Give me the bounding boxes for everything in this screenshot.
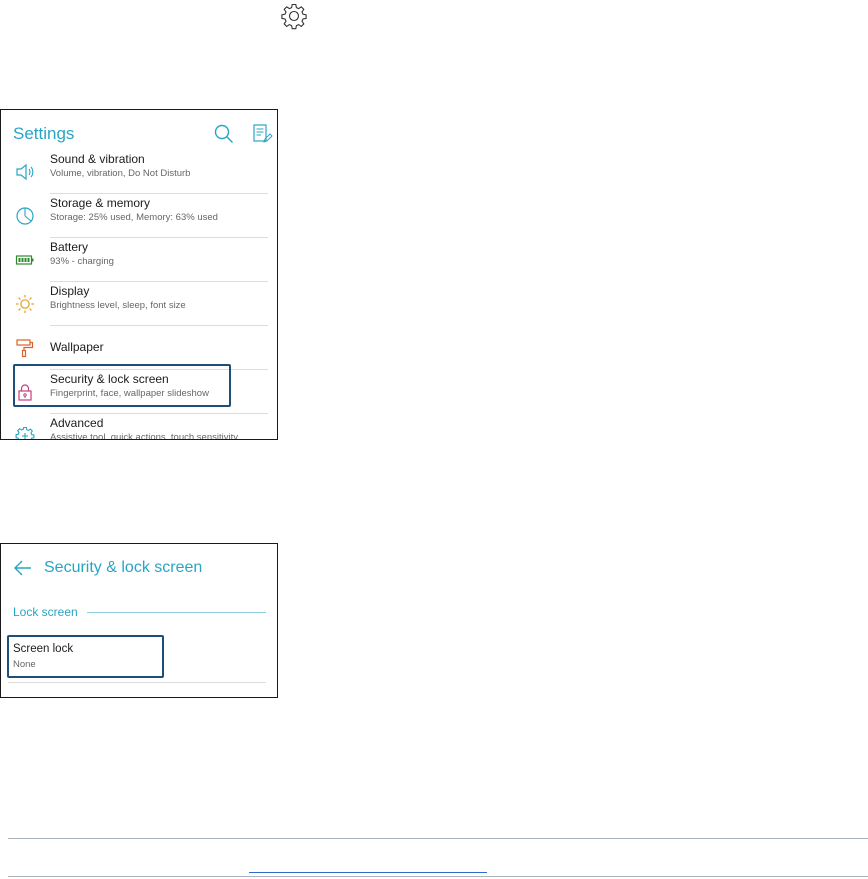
settings-item-sub: Brightness level, sleep, font size (50, 300, 186, 311)
gear-icon (281, 3, 307, 30)
settings-item-label: Storage & memory (50, 196, 151, 210)
screen-lock-highlight-box (7, 635, 164, 678)
settings-item-advanced[interactable]: Advanced Assistive tool, quick actions, … (1, 414, 277, 440)
page-rule-top (8, 838, 868, 839)
edit-icon[interactable] (251, 123, 273, 145)
wallpaper-icon (16, 339, 34, 358)
footer-link[interactable] (249, 858, 487, 873)
battery-icon (15, 255, 34, 265)
divider (8, 682, 266, 683)
settings-item-display[interactable]: Display Brightness level, sleep, font si… (1, 282, 277, 326)
settings-item-sub: Storage: 25% used, Memory: 63% used (50, 212, 218, 223)
page-title: Security & lock screen (44, 559, 203, 576)
settings-item-label: Battery (50, 240, 89, 254)
settings-item-sub: 93% - charging (50, 256, 114, 267)
settings-item-sound[interactable]: Sound & vibration Volume, vibration, Do … (1, 150, 277, 194)
settings-item-label: Display (50, 284, 90, 298)
settings-screenshot: Settings Sound & vibration Volume, vibra… (0, 109, 278, 440)
settings-item-sub: Volume, vibration, Do Not Disturb (50, 168, 191, 179)
advanced-gear-icon (15, 426, 35, 439)
settings-item-label: Sound & vibration (50, 152, 145, 166)
settings-item-battery[interactable]: Battery 93% - charging (1, 238, 277, 282)
section-divider (87, 612, 266, 613)
back-arrow-icon[interactable] (13, 559, 33, 577)
display-icon (16, 295, 34, 313)
settings-item-label: Wallpaper (50, 340, 104, 354)
page-rule-bottom (8, 876, 868, 877)
settings-title: Settings (13, 124, 75, 143)
speaker-icon (16, 163, 34, 181)
storage-icon (16, 207, 34, 225)
search-icon[interactable] (213, 123, 235, 145)
security-screenshot: Security & lock screen Lock screen Scree… (0, 543, 278, 698)
security-highlight-box (13, 364, 231, 407)
settings-item-label: Advanced (50, 416, 104, 430)
settings-item-storage[interactable]: Storage & memory Storage: 25% used, Memo… (1, 194, 277, 238)
section-header: Lock screen (13, 605, 78, 619)
settings-item-sub: Assistive tool, quick actions, touch sen… (50, 432, 238, 440)
